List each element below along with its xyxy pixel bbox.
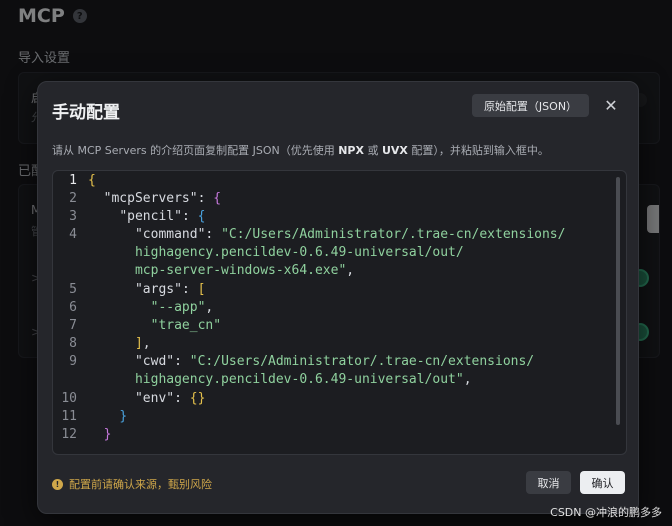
code-line: 7 "trae_cn": [53, 317, 221, 335]
json-editor[interactable]: 1{ 2 "mcpServers": { 3 "pencil": { 4 "co…: [52, 170, 627, 455]
line-number: 3: [69, 209, 77, 224]
watermark: CSDN @冲浪的鹏多多: [550, 506, 662, 519]
desc-text: 配置），并粘贴到输入框中。: [407, 144, 549, 157]
info-icon: !: [52, 478, 63, 490]
code-line: 10 "env": {}: [53, 390, 205, 408]
code-line: 3 "pencil": {: [53, 208, 205, 226]
editor-scrollbar[interactable]: [616, 177, 620, 425]
code-line: 6 "--app",: [53, 299, 213, 317]
risk-warning: ! 配置前请确认来源，甄别风险: [52, 476, 212, 492]
code-token: "C:/Users/Administrator/.trae-cn/extensi…: [221, 227, 566, 242]
line-number: 4: [69, 227, 77, 242]
code-token: "cwd": [134, 354, 175, 369]
code-line: 2 "mcpServers": {: [53, 190, 221, 208]
desc-uvx: UVX: [381, 144, 408, 157]
code-token: "mcpServers": [103, 191, 198, 206]
code-token: highagency.pencildev-0.6.49-universal/ou…: [134, 372, 464, 387]
line-number: 2: [69, 191, 77, 206]
code-line: highagency.pencildev-0.6.49-universal/ou…: [134, 372, 472, 387]
raw-config-button[interactable]: 原始配置（JSON）: [472, 94, 589, 117]
cancel-button[interactable]: 取消: [526, 471, 571, 494]
confirm-button[interactable]: 确认: [580, 471, 625, 494]
code-token: "C:/Users/Administrator/.trae-cn/extensi…: [189, 354, 535, 369]
line-number: 7: [69, 318, 77, 333]
desc-text: 请从 MCP Servers 的介绍页面复制配置 JSON（优先使用: [52, 144, 339, 157]
code-line: 5 "args": [: [53, 281, 205, 299]
line-number: 1: [69, 173, 77, 188]
desc-text: 或: [363, 144, 382, 157]
code-line: 11 }: [53, 408, 127, 426]
desc-npx: NPX: [338, 144, 364, 157]
code-token: {: [88, 173, 96, 188]
code-token: }: [119, 409, 128, 424]
code-token: "command": [134, 227, 206, 242]
code-token: "args": [134, 282, 182, 297]
line-number: 10: [61, 391, 77, 406]
line-number: 12: [61, 427, 77, 442]
code-token: "pencil": [119, 209, 182, 224]
code-token: mcp-server-windows-x64.exe": [134, 263, 347, 278]
line-number: 9: [69, 354, 77, 369]
risk-warning-text: 配置前请确认来源，甄别风险: [69, 478, 212, 491]
code-line: 9 "cwd": "C:/Users/Administrator/.trae-c…: [53, 353, 534, 371]
line-number: 5: [69, 282, 77, 297]
code-line: 1{: [53, 172, 96, 190]
close-icon[interactable]: ✕: [602, 96, 620, 115]
code-token: }: [103, 427, 112, 442]
code-line: 12 }: [53, 426, 111, 444]
code-line: 8 ],: [53, 335, 150, 353]
line-number: 6: [69, 300, 77, 315]
code-token: "trae_cn": [150, 318, 222, 333]
line-number: 11: [61, 409, 77, 424]
code-token: {}: [189, 391, 206, 406]
code-token: "--app": [150, 300, 206, 315]
code-token: "env": [134, 391, 175, 406]
code-line: mcp-server-windows-x64.exe",: [134, 263, 355, 278]
line-number: 8: [69, 336, 77, 351]
dialog-description: 请从 MCP Servers 的介绍页面复制配置 JSON（优先使用 NPX 或…: [52, 142, 549, 158]
code-line: 4 "command": "C:/Users/Administrator/.tr…: [53, 226, 565, 244]
manual-config-dialog: 手动配置 原始配置（JSON） ✕ 请从 MCP Servers 的介绍页面复制…: [37, 81, 639, 514]
code-token: highagency.pencildev-0.6.49-universal/ou…: [134, 245, 464, 260]
dialog-title: 手动配置: [52, 103, 120, 123]
code-line: highagency.pencildev-0.6.49-universal/ou…: [53, 244, 464, 262]
